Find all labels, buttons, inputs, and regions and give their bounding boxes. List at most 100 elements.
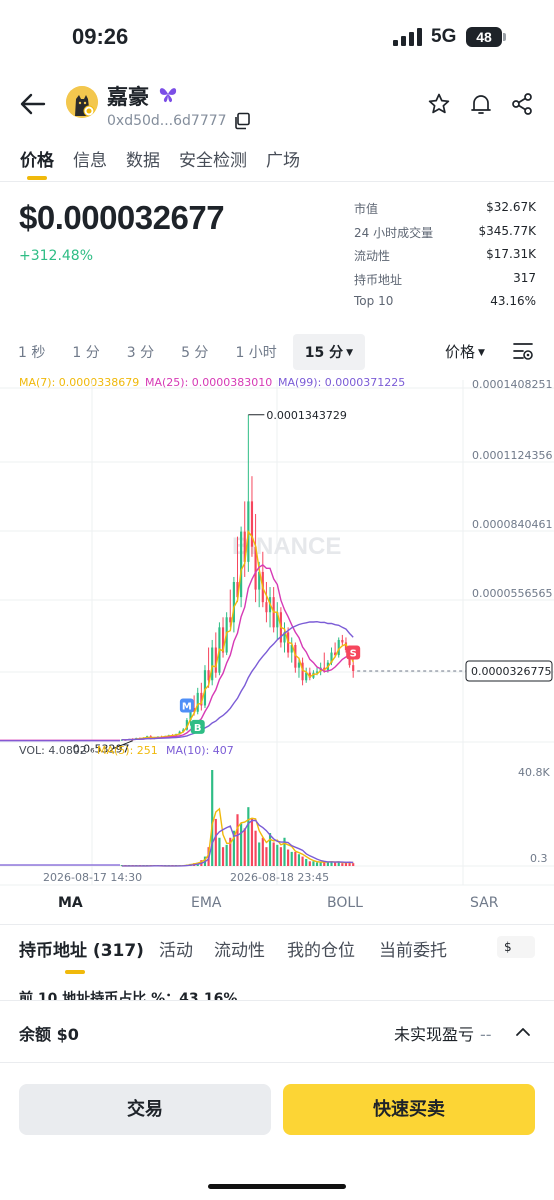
candle-body [265,602,268,613]
candlestick-chart[interactable]: BINANCE 0.00014082510.00011243560.000084… [0,366,554,886]
stat-value: $32.67K [486,200,536,214]
vol-legend: VOL: 4.0802 [19,744,87,757]
interval-1s[interactable]: 1 秒 [18,334,45,370]
signal-icon [393,28,422,46]
pnl-value: -- [480,1025,492,1044]
volume-bar [247,807,250,866]
volume-bars [120,770,355,866]
market-stats: 市值 $32.67K 24 小时成交量 $345.77K 流动性 $17.31K 持币… [354,200,536,318]
indicator-boll[interactable]: BOLL [327,895,363,911]
copy-icon[interactable] [233,112,251,130]
balance-label: 余额 $0 [19,1025,79,1044]
volume-bar [319,862,322,866]
candle-body [196,692,199,712]
candle-body [240,531,243,598]
chevron-up-icon[interactable] [515,1025,531,1039]
tab-security[interactable]: 安全检测 [179,146,247,182]
volume-bar [341,863,344,866]
chart-labels: 0.0001408251 0.0001124356 0.0000840461 0.00… [43,378,553,884]
caret-down-icon: ▼ [478,348,485,358]
cat-avatar-icon [66,86,98,118]
volume-bar [305,858,308,866]
star-icon[interactable] [427,92,451,116]
network-label: 5G [431,26,457,47]
volume-bar [236,814,239,866]
butterfly-icon [159,88,177,103]
home-indicator [208,1184,346,1189]
interval-15m[interactable]: 15 分 ▼ [292,334,366,370]
status-time: 09:26 [72,24,129,49]
volume-bar [294,851,297,866]
candle-body [341,639,344,643]
tab-my-positions[interactable]: 我的仓位 [287,936,355,961]
vol-ma5-legend: MA(5): 251 [97,744,158,757]
unrealized-pnl: 未实现盈亏 -- [394,1021,492,1045]
battery-tip [503,33,506,41]
volume-bar [258,842,261,866]
volume-bar [211,770,214,866]
stat-row: 市值 $32.67K [354,200,536,224]
volume-bar [279,847,282,866]
volume-bar [214,818,217,866]
volume-bar [276,844,279,866]
price-change: +312.48% [19,248,94,264]
current-price: $0.000032677 [19,199,225,236]
divider [0,924,554,925]
status-bar: 09:26 5G 48 [0,0,554,72]
stat-value: $17.31K [486,247,536,261]
contract-address: 0xd50d...6d7777 [107,113,227,129]
token-avatar [66,86,98,118]
currency-toggle[interactable]: $ [497,936,535,958]
tab-liquidity[interactable]: 流动性 [214,936,265,961]
share-icon[interactable] [510,92,534,116]
stat-value: 317 [513,270,536,285]
candle-body [297,662,301,668]
tab-activity[interactable]: 活动 [159,936,193,961]
interval-15m-label: 15 分 [304,345,344,361]
tab-data[interactable]: 数据 [126,146,160,182]
volume-bar [254,830,257,866]
volume-bar [265,847,268,866]
back-arrow-icon[interactable] [18,90,48,118]
tab-holders[interactable]: 持币地址 (317) [19,936,144,974]
y-tick-label: 0.0001408251 [472,378,552,391]
price-type-dropdown[interactable]: 价格 ▼ [445,341,485,362]
token-name: 嘉豪 [107,85,149,109]
stat-label: 流动性 [354,249,391,263]
quick-trade-button[interactable]: 快速买卖 [283,1084,535,1135]
volume-bar [315,862,319,866]
indicator-sar[interactable]: SAR [470,895,498,911]
indicator-ema[interactable]: EMA [191,895,222,911]
high-price-label: 0.0001343729 [266,409,346,422]
stat-label: 市值 [354,202,379,216]
stat-row: 持币地址 317 [354,271,536,295]
x-tick-label: 2026-08-18 23:45 [230,871,329,884]
tab-open-orders[interactable]: 当前委托 [379,936,447,961]
chart-settings-icon[interactable] [512,341,534,361]
main-tabs: 价格 信息 数据 安全检测 广场 [20,146,319,182]
stat-label: 持币地址 [354,272,403,287]
candles [120,414,355,741]
volume-bar [243,828,246,866]
volume-bar [352,863,355,866]
trade-marker-label: B [194,723,202,734]
trade-button[interactable]: 交易 [19,1084,271,1135]
y-tick-label: 0.0001124356 [472,449,552,462]
candle-body [352,665,355,672]
tab-price[interactable]: 价格 [20,146,54,182]
bell-icon[interactable] [469,92,493,116]
stat-label: Top 10 [354,294,394,308]
interval-3m[interactable]: 3 分 [127,334,154,370]
volume-bar [218,837,221,866]
vol-ma10-legend: MA(10): 407 [166,744,234,757]
indicator-ma[interactable]: MA [58,895,83,911]
tab-info[interactable]: 信息 [73,146,107,182]
interval-1h[interactable]: 1 小时 [235,334,276,370]
volume-bar [240,823,243,866]
interval-5m[interactable]: 5 分 [181,334,208,370]
current-price-label: 0.0000326775 [471,665,551,678]
interval-1m[interactable]: 1 分 [72,334,99,370]
divider [0,181,554,182]
tab-square[interactable]: 广场 [266,146,300,182]
trade-marker-label: S [350,649,357,660]
